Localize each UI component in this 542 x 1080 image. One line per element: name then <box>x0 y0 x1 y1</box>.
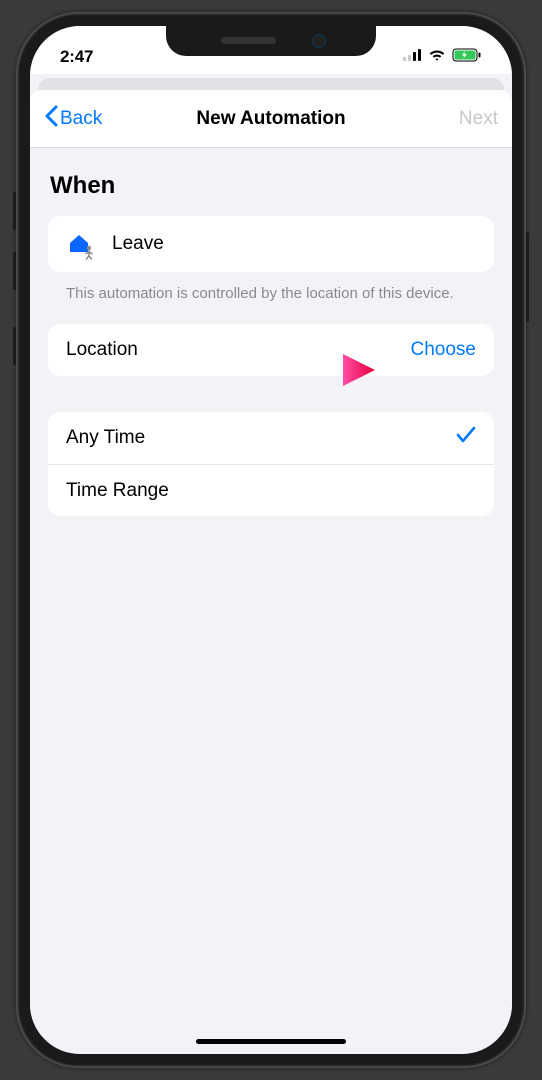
content: When Leave This automation is controlled… <box>30 148 512 1036</box>
choose-link[interactable]: Choose <box>411 339 477 361</box>
time-range-row[interactable]: Time Range <box>48 464 494 516</box>
status-icons <box>403 48 482 67</box>
home-indicator[interactable] <box>196 1039 346 1044</box>
section-title: When <box>50 172 494 200</box>
annotation-arrow-icon <box>285 350 385 395</box>
phone-frame: 2:47 <box>16 12 526 1068</box>
back-button[interactable]: Back <box>44 105 102 133</box>
status-time: 2:47 <box>60 47 93 67</box>
notch <box>166 26 376 56</box>
wifi-icon <box>428 48 446 66</box>
time-range-label: Time Range <box>66 480 169 502</box>
checkmark-icon <box>456 426 476 450</box>
screen: 2:47 <box>30 26 512 1054</box>
leave-home-icon <box>66 228 98 260</box>
trigger-footnote: This automation is controlled by the loc… <box>48 272 494 324</box>
trigger-card: Leave <box>48 216 494 272</box>
time-card: Any Time Time Range <box>48 412 494 516</box>
cellular-icon <box>403 48 422 66</box>
next-button[interactable]: Next <box>459 108 498 130</box>
location-label: Location <box>66 339 138 361</box>
trigger-row[interactable]: Leave <box>48 216 494 272</box>
location-row[interactable]: Location Choose <box>48 324 494 376</box>
location-card: Location Choose <box>48 324 494 376</box>
nav-title: New Automation <box>196 108 345 130</box>
nav-bar: Back New Automation Next <box>30 90 512 148</box>
back-label: Back <box>60 108 102 130</box>
trigger-label: Leave <box>112 233 164 255</box>
battery-icon <box>452 48 482 67</box>
any-time-row[interactable]: Any Time <box>48 412 494 464</box>
chevron-left-icon <box>44 105 58 133</box>
any-time-label: Any Time <box>66 427 456 449</box>
